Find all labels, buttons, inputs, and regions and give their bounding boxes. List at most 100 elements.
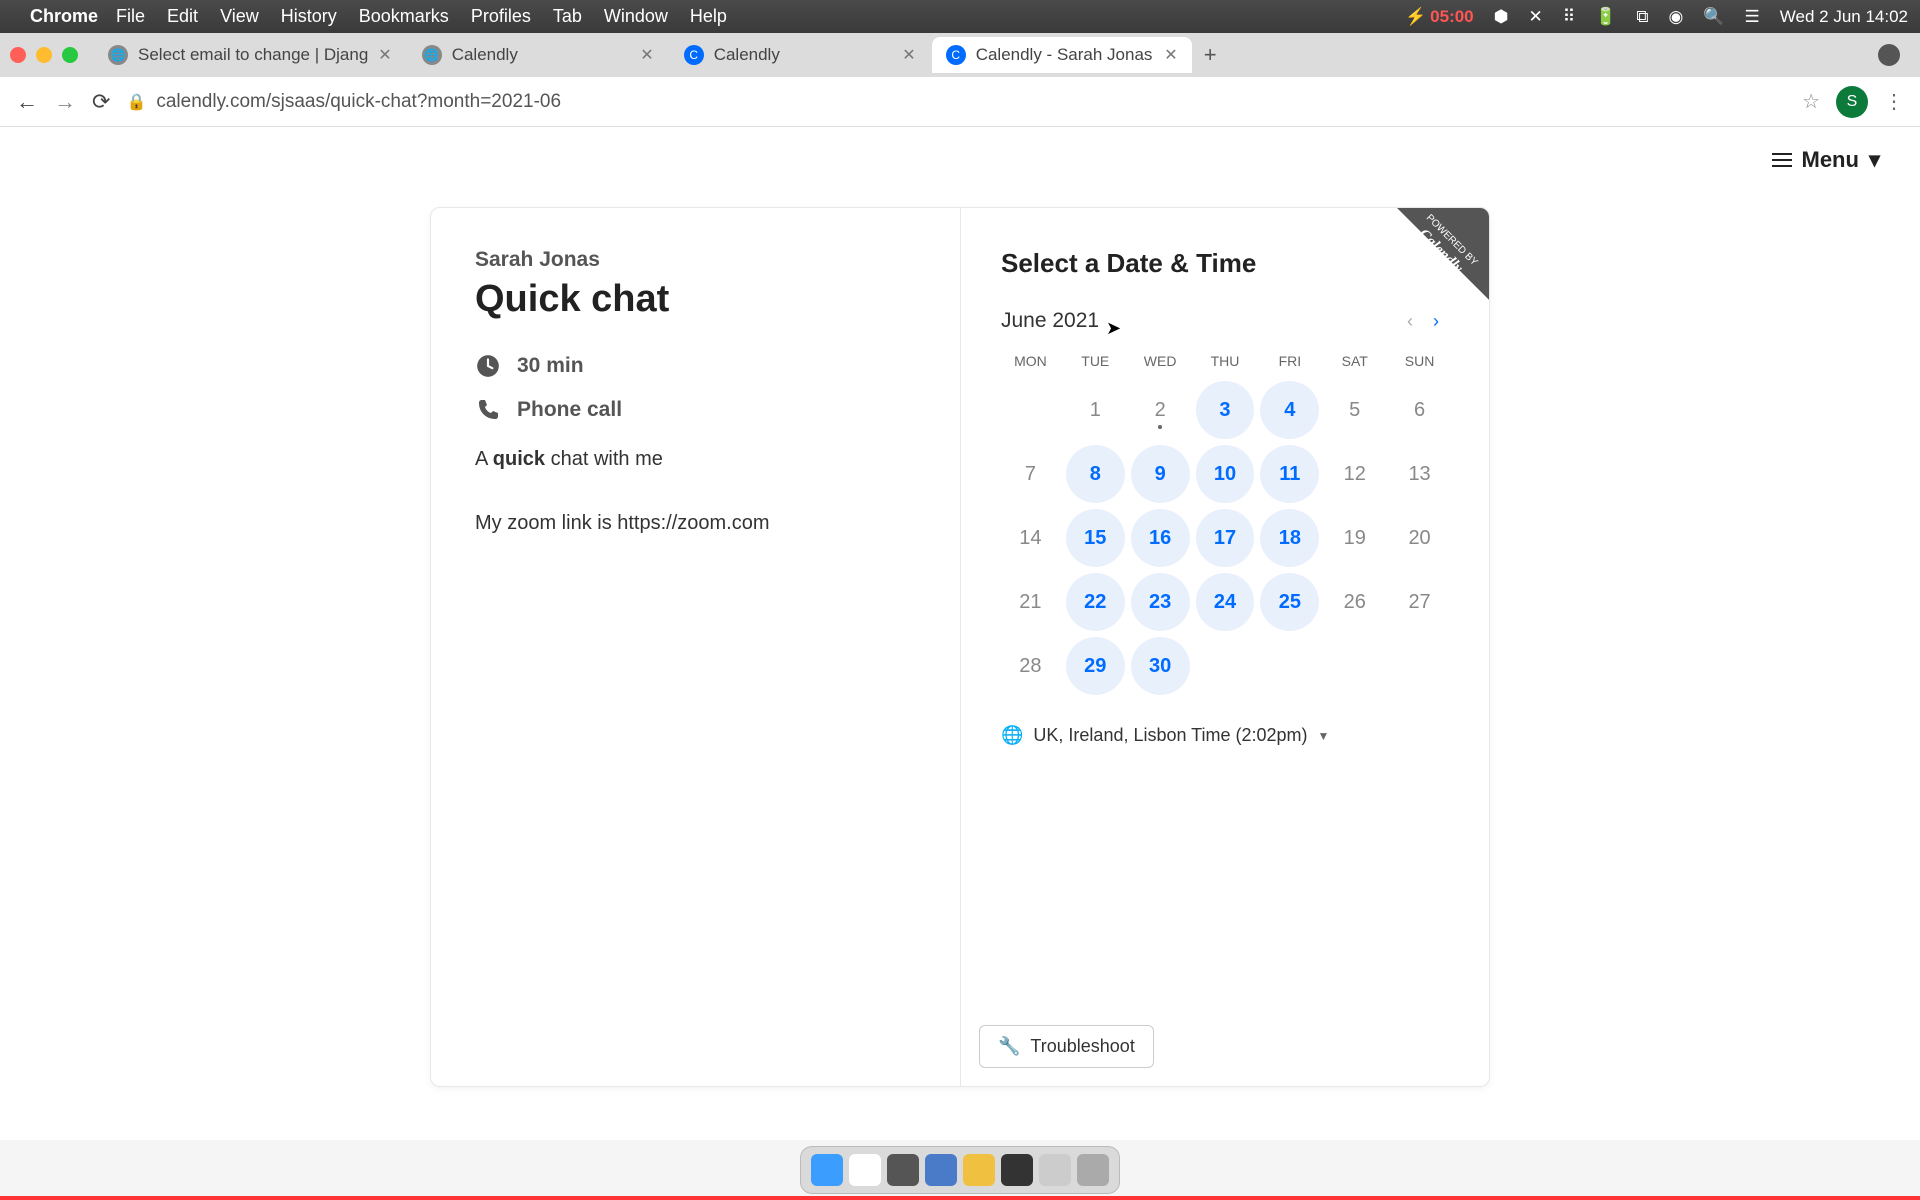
dock-app[interactable] (1039, 1154, 1071, 1186)
status-icon-3[interactable]: ⠿ (1563, 7, 1575, 27)
close-icon[interactable]: ✕ (378, 45, 391, 65)
close-window[interactable] (10, 47, 26, 63)
calendly-menu-button[interactable]: Menu ▾ (1772, 147, 1881, 173)
url-bar[interactable]: 🔒 calendly.com/sjsaas/quick-chat?month=2… (126, 91, 1786, 113)
calendar-day: 28 (1001, 637, 1060, 695)
calendar-day: 27 (1390, 573, 1449, 631)
menu-tab[interactable]: Tab (553, 6, 582, 27)
lock-icon: 🔒 (126, 92, 146, 112)
tab-title: Calendly (714, 45, 780, 65)
search-icon[interactable]: 🔍 (1703, 7, 1724, 27)
status-icon-1[interactable]: ⬢ (1494, 7, 1509, 27)
tab-title: Calendly - Sarah Jonas (976, 45, 1153, 65)
timezone-selector[interactable]: 🌐 UK, Ireland, Lisbon Time (2:02pm) ▼ (1001, 725, 1449, 746)
calendar-day-available[interactable]: 29 (1066, 637, 1125, 695)
macos-menubar: Chrome File Edit View History Bookmarks … (0, 0, 1920, 33)
wrench-icon: 🔧 (998, 1036, 1020, 1057)
globe-icon: 🌐 (422, 45, 442, 65)
close-icon[interactable]: ✕ (902, 45, 915, 65)
forward-button[interactable]: → (54, 89, 76, 115)
status-icon-2[interactable]: ✕ (1528, 7, 1542, 27)
troubleshoot-button[interactable]: 🔧 Troubleshoot (979, 1025, 1154, 1068)
hamburger-icon (1772, 153, 1792, 167)
calendar-day-available[interactable]: 11 (1260, 445, 1319, 503)
calendar-day-available[interactable]: 15 (1066, 509, 1125, 567)
weekday-header: FRI (1260, 353, 1319, 369)
chevron-down-icon: ▼ (1318, 729, 1330, 743)
calendar-day-available[interactable]: 23 (1131, 573, 1190, 631)
dock-app[interactable] (1001, 1154, 1033, 1186)
duration-row: 30 min (475, 353, 916, 379)
control-center-icon[interactable]: ☰ (1745, 7, 1760, 27)
new-tab-button[interactable]: + (1204, 42, 1217, 68)
calendar-panel: POWERED BYCalendly Select a Date & Time … (961, 208, 1489, 1086)
close-icon[interactable]: ✕ (640, 45, 653, 65)
weekday-header: WED (1131, 353, 1190, 369)
calendar-day: 21 (1001, 573, 1060, 631)
weekday-header: MON (1001, 353, 1060, 369)
url-text: calendly.com/sjsaas/quick-chat?month=202… (156, 91, 561, 113)
dock-app[interactable] (925, 1154, 957, 1186)
calendar-day-available[interactable]: 25 (1260, 573, 1319, 631)
maximize-window[interactable] (62, 47, 78, 63)
calendly-icon: C (946, 45, 966, 65)
battery-indicator[interactable]: ⚡05:00 (1405, 7, 1474, 27)
bookmark-button[interactable]: ☆ (1802, 89, 1820, 114)
menu-help[interactable]: Help (690, 6, 727, 27)
calendar-day-available[interactable]: 17 (1196, 509, 1255, 567)
calendar-day-available[interactable]: 8 (1066, 445, 1125, 503)
dock-app[interactable] (849, 1154, 881, 1186)
back-button[interactable]: ← (16, 89, 38, 115)
event-name: Quick chat (475, 278, 916, 321)
weekday-headers: MONTUEWEDTHUFRISATSUN (1001, 353, 1449, 369)
location-text: Phone call (517, 398, 622, 422)
menu-view[interactable]: View (220, 6, 259, 27)
calendar-day-available[interactable]: 22 (1066, 573, 1125, 631)
menu-dots[interactable]: ⋮ (1884, 89, 1904, 114)
browser-addressbar: ← → ⟳ 🔒 calendly.com/sjsaas/quick-chat?m… (0, 77, 1920, 127)
dock-app[interactable] (963, 1154, 995, 1186)
close-icon[interactable]: ✕ (1164, 45, 1177, 65)
calendar-day: 5 (1325, 381, 1384, 439)
calendar-day (1325, 637, 1384, 695)
dock-app[interactable] (811, 1154, 843, 1186)
calendar-day-available[interactable]: 4 (1260, 381, 1319, 439)
globe-icon: 🌐 (108, 45, 128, 65)
calendar-day-available[interactable]: 10 (1196, 445, 1255, 503)
tab-1[interactable]: 🌐 Calendly ✕ (408, 37, 668, 73)
wifi-icon-2[interactable]: ◉ (1669, 7, 1684, 27)
calendar-day: 12 (1325, 445, 1384, 503)
calendar-day-available[interactable]: 24 (1196, 573, 1255, 631)
menu-history[interactable]: History (281, 6, 337, 27)
tab-0[interactable]: 🌐 Select email to change | Djang ✕ (94, 37, 406, 73)
battery-icon[interactable]: 🔋 (1595, 7, 1616, 27)
calendar-day-available[interactable]: 18 (1260, 509, 1319, 567)
page-content: Menu ▾ Sarah Jonas Quick chat 30 min Pho… (0, 127, 1920, 1140)
calendar-day-available[interactable]: 3 (1196, 381, 1255, 439)
dock-app[interactable] (887, 1154, 919, 1186)
booking-card: Sarah Jonas Quick chat 30 min Phone call… (430, 207, 1490, 1087)
tab-3-active[interactable]: C Calendly - Sarah Jonas ✕ (932, 37, 1192, 73)
powered-by-badge[interactable]: POWERED BYCalendly (1359, 208, 1489, 338)
menu-window[interactable]: Window (604, 6, 668, 27)
menu-profiles[interactable]: Profiles (471, 6, 531, 27)
calendar-day: 19 (1325, 509, 1384, 567)
profile-icon[interactable] (1878, 44, 1900, 66)
reload-button[interactable]: ⟳ (92, 89, 110, 115)
minimize-window[interactable] (36, 47, 52, 63)
clock[interactable]: Wed 2 Jun 14:02 (1780, 7, 1908, 27)
wifi-icon[interactable]: ⧉ (1636, 7, 1648, 27)
calendar-day-available[interactable]: 16 (1131, 509, 1190, 567)
menu-file[interactable]: File (116, 6, 145, 27)
calendar-day-available[interactable]: 9 (1131, 445, 1190, 503)
menu-edit[interactable]: Edit (167, 6, 198, 27)
calendar-day (1196, 637, 1255, 695)
calendar-day-available[interactable]: 30 (1131, 637, 1190, 695)
video-scrubber[interactable] (0, 1196, 1920, 1200)
profile-avatar[interactable]: S (1836, 86, 1868, 118)
phone-icon (475, 397, 501, 423)
app-name[interactable]: Chrome (30, 6, 98, 27)
macos-dock (800, 1146, 1120, 1194)
tab-2[interactable]: C Calendly ✕ (670, 37, 930, 73)
menu-bookmarks[interactable]: Bookmarks (359, 6, 449, 27)
